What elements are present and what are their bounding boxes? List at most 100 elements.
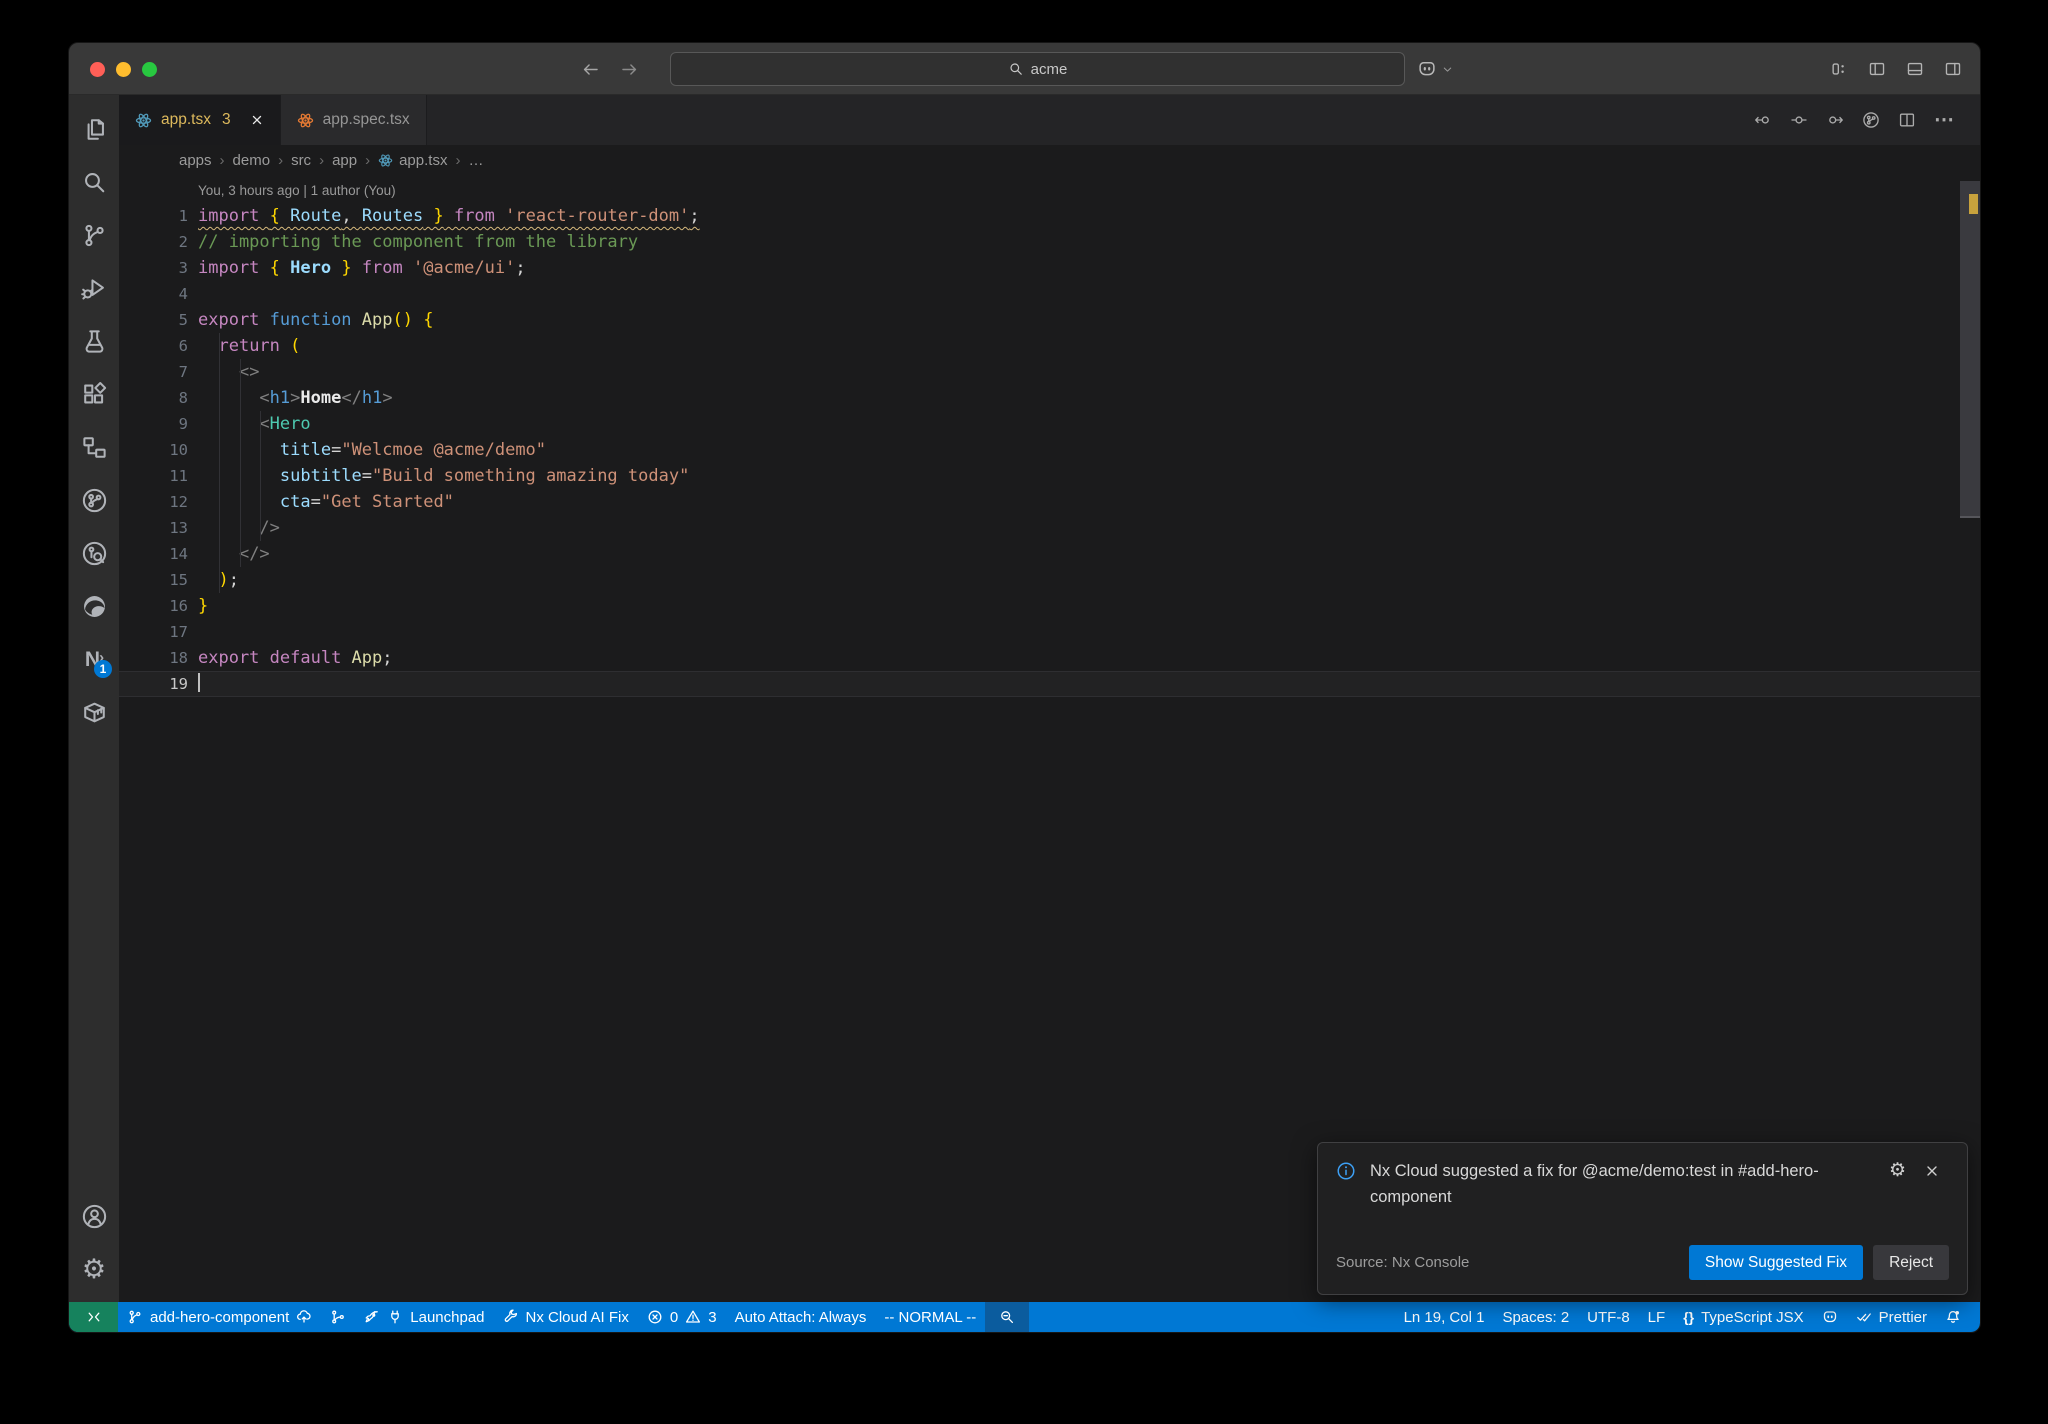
breadcrumb-item-app[interactable]: app [332,152,357,169]
navigate-back-icon[interactable] [581,60,600,79]
tab-app.tsx[interactable]: app.tsx 3 [119,95,281,145]
activity-item-gitlens-inspect[interactable] [69,527,119,580]
status-notifications-bell[interactable] [1936,1302,1970,1332]
line-number: 10 [169,441,188,459]
extensions-icon [81,381,108,408]
activity-item-remote-explorer[interactable] [69,421,119,474]
command-center-search[interactable]: acme [670,52,1405,86]
code-line-15[interactable]: 15 ); [119,567,1980,593]
code-line-14[interactable]: 14 </> [119,541,1980,567]
navigate-forward-icon[interactable] [620,60,639,79]
breadcrumb-item-…[interactable]: … [468,152,483,169]
status-language-mode[interactable]: {} TypeScript JSX [1674,1302,1812,1332]
status-git-branch[interactable]: add-hero-component [118,1302,321,1332]
activity-bar: N› 1 ⚙ [69,95,119,1302]
go-next-change-icon[interactable] [1826,111,1844,129]
status-label: Ln 19, Col 1 [1403,1308,1485,1326]
debug-icon [80,275,108,302]
split-editor-icon[interactable] [1898,111,1916,129]
toggle-sidebar-icon[interactable] [1868,60,1886,78]
status-nx-cloud-ai-fix[interactable]: Nx Cloud AI Fix [494,1302,638,1332]
compare-change-icon[interactable] [1790,111,1808,129]
code-line-3[interactable]: 3 import { Hero } from '@acme/ui'; [119,255,1980,281]
customize-layout-icon[interactable] [1830,60,1848,78]
status-zoom-indicator[interactable] [985,1302,1030,1332]
breadcrumb-item-app.tsx[interactable]: app.tsx [378,152,447,169]
code-line-10[interactable]: 10 title="Welcmoe @acme/demo" [119,437,1980,463]
code-line-6[interactable]: 6 return ( [119,333,1980,359]
code-line-5[interactable]: 5 export function App() { [119,307,1980,333]
breadcrumb-label: app [332,151,358,169]
breadcrumb-item-apps[interactable]: apps [179,152,212,169]
status-label: -- NORMAL -- [884,1308,977,1326]
more-actions-icon[interactable]: ⋯ [1934,110,1954,131]
tab-close-icon[interactable] [250,113,264,127]
notification-settings-icon[interactable]: ⚙ [1889,1161,1906,1180]
gitlens-icon [81,487,108,514]
code-line-12[interactable]: 12 cta="Get Started" [119,489,1980,515]
warning-squiggle: import { Route, Routes } from 'react-rou… [198,206,700,226]
code-line-8[interactable]: 8 <h1>Home</h1> [119,385,1980,411]
code-line-13[interactable]: 13 /> [119,515,1980,541]
notification-close-icon[interactable] [1924,1163,1940,1179]
code-line-4[interactable]: 4 [119,281,1980,307]
scrollbar-divider [1960,516,1980,518]
status-prettier[interactable]: Prettier [1847,1302,1936,1332]
status-auto-attach[interactable]: Auto Attach: Always [726,1302,876,1332]
account-icon [81,1203,108,1230]
chevron-down-icon[interactable] [1441,63,1454,76]
status-copilot[interactable] [1813,1302,1847,1332]
minimize-window-button[interactable] [116,61,131,77]
line-number: 3 [178,259,188,277]
codelens-annotation[interactable]: You, 3 hours ago | 1 author (You) [119,179,1980,203]
activity-item-containers[interactable] [69,686,119,739]
reject-button[interactable]: Reject [1873,1245,1949,1280]
code-line-17[interactable]: 17 [119,619,1980,645]
activity-item-gitlens[interactable] [69,474,119,527]
activity-item-extensions[interactable] [69,368,119,421]
activity-item-testing[interactable] [69,315,119,368]
breadcrumb-item-src[interactable]: src [291,152,311,169]
maximize-window-button[interactable] [142,61,157,77]
toggle-panel-icon[interactable] [1906,60,1924,78]
activity-item-search[interactable] [69,156,119,209]
status-indentation[interactable]: Spaces: 2 [1493,1302,1578,1332]
code-line-2[interactable]: 2 // importing the component from the lib… [119,229,1980,255]
command-center-value: acme [1030,60,1068,78]
code-line-11[interactable]: 11 subtitle="Build something amazing tod… [119,463,1980,489]
status-eol[interactable]: LF [1639,1302,1675,1332]
copilot-icon[interactable] [1417,59,1437,79]
code-line-9[interactable]: 9 <Hero [119,411,1980,437]
code-line-16[interactable]: 16} [119,593,1980,619]
activity-item-explorer[interactable] [69,103,119,156]
activity-item-edge-tools[interactable] [69,580,119,633]
code-line-7[interactable]: 7 <> [119,359,1980,385]
activity-item-nx-console[interactable]: N› 1 [69,633,119,686]
activity-item-accounts[interactable] [69,1190,119,1243]
go-back-change-icon[interactable] [1754,111,1772,129]
breadcrumb-label: apps [179,151,212,169]
status-label: Nx Cloud AI Fix [525,1308,629,1326]
toggle-secondary-sidebar-icon[interactable] [1944,60,1962,78]
status-launchpad[interactable]: Launchpad [355,1302,493,1332]
code-line-19[interactable]: 19 [119,671,1980,697]
close-window-button[interactable] [90,61,105,77]
line-content: <Hero [259,414,311,434]
gitlens-graph-icon[interactable] [1862,111,1880,129]
code-line-18[interactable]: 18 export default App; [119,645,1980,671]
status-remote-indicator[interactable] [69,1302,118,1332]
status-encoding[interactable]: UTF-8 [1578,1302,1639,1332]
code-line-1[interactable]: 1 import { Route, Routes } from 'react-ro… [119,203,1980,229]
scrollbar-thumb[interactable] [1960,181,1980,518]
code-editor[interactable]: You, 3 hours ago | 1 author (You) 1 impor… [119,175,1980,1302]
activity-item-run-and-debug[interactable] [69,262,119,315]
show-suggested-fix-button[interactable]: Show Suggested Fix [1688,1245,1864,1280]
tab-app.spec.tsx[interactable]: app.spec.tsx [280,95,427,145]
status-gitlens-commit-graph[interactable] [321,1302,355,1332]
status-vim-mode[interactable]: -- NORMAL -- [875,1302,985,1332]
breadcrumb-item-demo[interactable]: demo [233,152,271,169]
status-problems[interactable]: 03 [638,1302,726,1332]
activity-item-source-control[interactable] [69,209,119,262]
activity-item-settings[interactable]: ⚙ [69,1243,119,1296]
status-cursor-position[interactable]: Ln 19, Col 1 [1395,1302,1494,1332]
